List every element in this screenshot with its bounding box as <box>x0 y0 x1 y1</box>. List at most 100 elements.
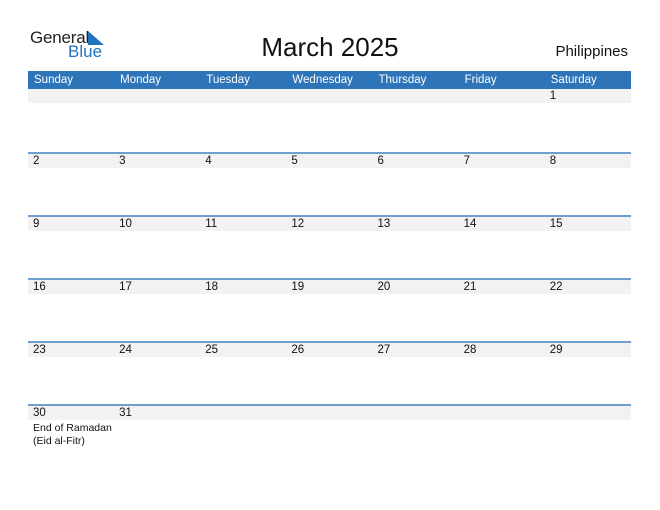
day-number: 4 <box>205 155 212 167</box>
holiday-note <box>114 231 200 233</box>
holiday-note <box>545 168 631 170</box>
day-number <box>545 406 631 420</box>
holiday-note <box>114 294 200 296</box>
holiday-note <box>200 168 286 170</box>
holiday-note <box>373 231 459 233</box>
holiday-note <box>114 357 200 359</box>
date-strip: 9 10 11 12 13 14 15 <box>28 217 631 231</box>
week-row: 1 <box>28 89 631 152</box>
day-number <box>459 406 545 420</box>
day-number: 17 <box>119 281 132 293</box>
holiday-note <box>459 231 545 233</box>
day-number: 14 <box>463 218 477 230</box>
weekday-sunday: Sunday <box>34 74 74 86</box>
day-number: 18 <box>205 281 219 293</box>
holiday-note <box>286 231 372 233</box>
day-number <box>28 89 114 103</box>
day-number <box>200 89 286 103</box>
day-number: 26 <box>291 344 305 356</box>
date-strip: 16 17 18 19 20 21 22 <box>28 280 631 294</box>
holiday-note <box>286 357 372 359</box>
week-row: 9 10 11 12 13 14 15 <box>28 215 631 278</box>
day-number: 31 <box>119 407 132 419</box>
holiday-note <box>286 168 372 170</box>
day-number: 2 <box>33 155 40 167</box>
day-number: 19 <box>291 281 305 293</box>
holiday-note <box>459 103 545 105</box>
day-number: 6 <box>377 155 384 167</box>
weekday-monday: Monday <box>120 74 162 86</box>
notes-row <box>28 231 631 233</box>
day-number <box>286 89 372 103</box>
day-number <box>459 89 545 103</box>
day-number: 8 <box>549 155 557 167</box>
day-number: 16 <box>33 281 46 293</box>
day-number: 12 <box>291 218 305 230</box>
holiday-note <box>373 168 459 170</box>
weekday-thursday: Thursday <box>378 74 427 86</box>
day-number <box>114 89 200 103</box>
date-strip: 1 <box>28 89 631 103</box>
weekday-header: Sunday Monday Tuesday Wednesday Thursday… <box>28 71 631 89</box>
date-strip: 2 3 4 5 6 7 8 <box>28 154 631 168</box>
day-number: 23 <box>33 344 46 356</box>
holiday-note <box>200 103 286 105</box>
weeks-container: 1 2 3 4 5 6 7 8 9 10 11 12 13 14 15 16 17 18 19 20 21 22 23 24 2… <box>28 89 631 467</box>
day-number: 15 <box>549 218 563 230</box>
notes-row: End of Ramadan (Eid al-Fitr) <box>28 420 631 447</box>
day-number: 25 <box>205 344 219 356</box>
holiday-note <box>28 231 114 233</box>
day-number <box>373 89 459 103</box>
day-number <box>200 406 286 420</box>
holiday-note <box>373 103 459 105</box>
day-number: 27 <box>377 344 391 356</box>
day-number: 3 <box>119 155 126 167</box>
day-number: 21 <box>463 281 477 293</box>
holiday-note <box>545 357 631 359</box>
date-strip: 30 31 <box>28 406 631 420</box>
week-row: 16 17 18 19 20 21 22 <box>28 278 631 341</box>
holiday-note <box>373 357 459 359</box>
country-label: Philippines <box>555 43 628 60</box>
day-number: 13 <box>377 218 391 230</box>
date-strip: 23 24 25 26 27 28 29 <box>28 343 631 357</box>
holiday-note <box>114 103 200 105</box>
holiday-note <box>286 103 372 105</box>
day-number <box>373 406 459 420</box>
holiday-note <box>286 294 372 296</box>
holiday-note <box>114 420 200 447</box>
day-number: 1 <box>549 90 557 102</box>
day-number: 7 <box>463 155 471 167</box>
day-number: 5 <box>291 155 298 167</box>
holiday-note <box>200 420 286 447</box>
holiday-note <box>28 103 114 105</box>
holiday-note <box>114 168 200 170</box>
holiday-note <box>28 168 114 170</box>
day-number: 11 <box>205 218 218 230</box>
holiday-note <box>545 103 631 105</box>
holiday-note <box>459 294 545 296</box>
day-number: 24 <box>119 344 132 356</box>
holiday-note <box>459 420 545 447</box>
holiday-note: End of Ramadan (Eid al-Fitr) <box>33 422 112 447</box>
notes-row <box>28 357 631 359</box>
day-number: 9 <box>33 218 40 230</box>
holiday-note <box>459 357 545 359</box>
day-number: 10 <box>119 218 132 230</box>
week-row: 23 24 25 26 27 28 29 <box>28 341 631 404</box>
weekday-saturday: Saturday <box>550 74 597 86</box>
day-number <box>286 406 372 420</box>
weekday-friday: Friday <box>464 74 497 86</box>
day-number: 20 <box>377 281 391 293</box>
calendar-grid: Sunday Monday Tuesday Wednesday Thursday… <box>28 71 631 467</box>
day-number: 30 <box>33 407 46 419</box>
week-row: 2 3 4 5 6 7 8 <box>28 152 631 215</box>
holiday-note <box>459 168 545 170</box>
holiday-note <box>545 231 631 233</box>
notes-row <box>28 103 631 105</box>
day-number: 28 <box>463 344 477 356</box>
notes-row <box>28 168 631 170</box>
day-number: 29 <box>549 344 563 356</box>
weekday-tuesday: Tuesday <box>206 74 250 86</box>
holiday-note <box>545 294 631 296</box>
